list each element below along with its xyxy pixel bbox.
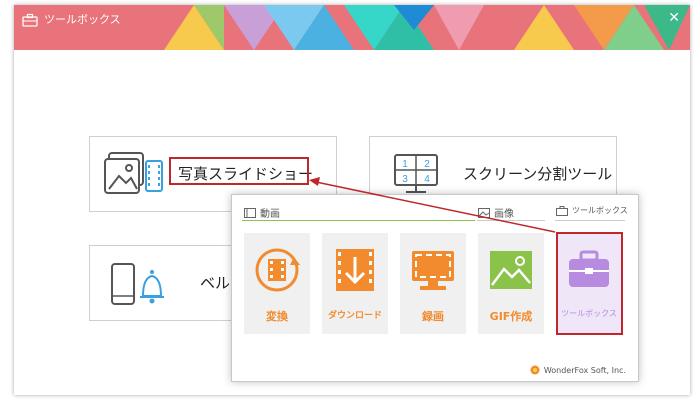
- tile-label-download: ダウンロード: [327, 311, 382, 321]
- main-menu-popup: 動画 画像 ツールボックス 変換 ダウンロード 録画 GIF作成 ツールボックス…: [231, 194, 639, 382]
- photo-slideshow-icon: [104, 152, 163, 194]
- card-label-screen-split: スクリーン分割ツール: [463, 165, 613, 183]
- split-cell-4: 4: [424, 174, 430, 185]
- tile-label-convert: 変換: [266, 310, 288, 323]
- tab-underline-video: [242, 220, 475, 221]
- tab-underline-toolbox: [555, 220, 625, 221]
- highlight-slideshow-label: [169, 157, 309, 185]
- tab-video[interactable]: 動画: [244, 205, 280, 220]
- gif-icon: [490, 251, 532, 289]
- tab-label-toolbox: ツールボックス: [572, 206, 628, 215]
- highlight-toolbox-tile: [556, 232, 623, 335]
- tile-convert[interactable]: 変換: [244, 233, 310, 334]
- split-cell-2: 2: [424, 159, 430, 170]
- tile-label-gif: GIF作成: [489, 310, 533, 323]
- wonderfox-logo-icon: [530, 365, 540, 375]
- tab-toolbox[interactable]: ツールボックス: [556, 205, 628, 216]
- tab-image[interactable]: 画像: [478, 205, 514, 220]
- image-icon: [478, 207, 490, 218]
- split-cell-1: 1: [402, 159, 408, 170]
- tile-record[interactable]: 録画: [400, 233, 466, 334]
- tab-label-image: 画像: [494, 209, 514, 220]
- toolbox-icon: [556, 205, 568, 216]
- card-label-ringtone: ベル: [200, 274, 231, 292]
- close-button[interactable]: ✕: [668, 10, 680, 26]
- record-icon: [412, 251, 454, 290]
- tab-underline-image: [477, 220, 545, 221]
- title-bar: ツールボックス ✕: [14, 5, 690, 50]
- tile-download[interactable]: ダウンロード: [322, 233, 388, 334]
- download-icon: [336, 249, 374, 291]
- footer-brand: WonderFox Soft, Inc.: [530, 365, 626, 375]
- toolbox-icon: [22, 13, 38, 27]
- tile-label-record: 録画: [422, 310, 444, 323]
- split-cell-3: 3: [402, 174, 408, 185]
- screen-split-icon: 1 2 3 4: [394, 154, 438, 193]
- film-icon: [244, 207, 256, 218]
- phone-bell-icon: [111, 263, 164, 305]
- window-title: ツールボックス: [44, 13, 121, 26]
- footer-text: WonderFox Soft, Inc.: [543, 365, 626, 375]
- convert-icon: [255, 248, 300, 292]
- tile-gif[interactable]: GIF作成: [478, 233, 544, 334]
- tab-label-video: 動画: [260, 209, 280, 220]
